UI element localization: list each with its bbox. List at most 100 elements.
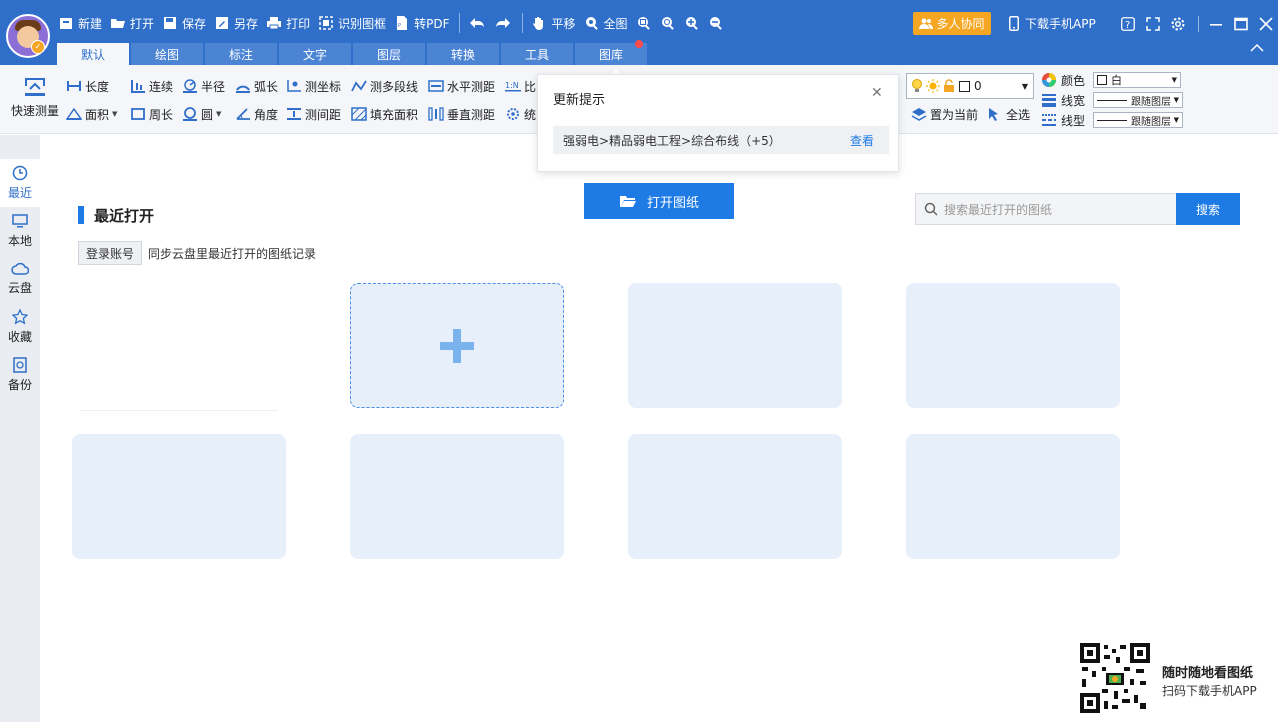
tab-convert[interactable]: 转换 bbox=[427, 43, 499, 65]
measure-horizontal-button[interactable]: 水平测距 bbox=[428, 77, 495, 95]
chevron-down-icon[interactable]: ▼ bbox=[216, 110, 221, 118]
tab-draw[interactable]: 绘图 bbox=[131, 43, 203, 65]
measure-angle-button[interactable]: 角度 bbox=[235, 105, 278, 123]
line-type-icon bbox=[1042, 114, 1056, 126]
chevron-down-icon: ▼ bbox=[1021, 81, 1028, 91]
linetype-select[interactable]: 跟随图层 ▼ bbox=[1093, 112, 1183, 128]
login-button[interactable]: 登录账号 bbox=[78, 241, 142, 265]
save-button[interactable]: 保存 bbox=[162, 10, 206, 36]
close-icon bbox=[1259, 16, 1273, 31]
spacing-icon bbox=[287, 108, 301, 120]
frame-detect-icon bbox=[319, 16, 333, 30]
recent-file-card[interactable] bbox=[628, 283, 842, 408]
tab-text[interactable]: 文字 bbox=[279, 43, 351, 65]
linewidth-select[interactable]: 跟随图层 ▼ bbox=[1093, 92, 1183, 108]
sun-icon bbox=[926, 79, 940, 93]
zoom-window-button[interactable] bbox=[636, 15, 652, 31]
measure-fill-area-button[interactable]: 填充面积 bbox=[351, 105, 418, 123]
undo-button[interactable] bbox=[468, 15, 486, 31]
recent-file-card[interactable] bbox=[350, 434, 564, 559]
maximize-button[interactable] bbox=[1230, 13, 1252, 35]
sidebar-item-recent[interactable]: 最近 bbox=[0, 159, 40, 207]
download-app-button[interactable]: 下载手机APP bbox=[1009, 12, 1096, 35]
minimize-button[interactable] bbox=[1205, 13, 1227, 35]
redo-button[interactable] bbox=[494, 15, 512, 31]
quick-measure-button[interactable]: 快速测量 bbox=[8, 75, 62, 119]
monitor-icon bbox=[12, 214, 28, 228]
unlock-icon bbox=[944, 79, 954, 92]
section-title: 最近打开 bbox=[78, 205, 154, 225]
measure-arc-button[interactable]: 弧长 bbox=[235, 77, 278, 95]
recent-file-card[interactable] bbox=[906, 283, 1120, 408]
set-current-button[interactable]: 置为当前 bbox=[911, 105, 978, 123]
linetype-row: 线型 跟随图层 ▼ bbox=[1041, 111, 1183, 129]
close-window-button[interactable] bbox=[1255, 13, 1277, 35]
sidebar-item-favorites[interactable]: 收藏 bbox=[0, 303, 40, 351]
tab-layer[interactable]: 图层 bbox=[353, 43, 425, 65]
help-button[interactable]: ? bbox=[1117, 13, 1139, 35]
continuous-icon bbox=[131, 80, 145, 93]
zoom-in-button[interactable] bbox=[684, 15, 700, 31]
settings-button[interactable] bbox=[1167, 13, 1189, 35]
select-all-button[interactable]: 全选 bbox=[987, 105, 1030, 123]
close-icon[interactable]: ✕ bbox=[871, 85, 883, 101]
perimeter-icon bbox=[131, 108, 145, 120]
zoom-realtime-button[interactable] bbox=[660, 15, 676, 31]
open-button[interactable]: 打开 bbox=[110, 10, 154, 36]
fit-all-button[interactable]: 全图 bbox=[584, 10, 628, 36]
hand-icon bbox=[533, 17, 544, 30]
update-popup: 更新提示 ✕ 强弱电>精品弱电工程>综合布线（+5） 查看 bbox=[537, 74, 899, 172]
search-input[interactable]: 搜索最近打开的图纸 bbox=[915, 193, 1177, 225]
recent-file-card[interactable] bbox=[906, 434, 1120, 559]
chevron-down-icon: ▼ bbox=[1173, 96, 1179, 104]
pan-button[interactable]: 平移 bbox=[531, 10, 576, 36]
measure-spacing-button[interactable]: 测间距 bbox=[286, 105, 341, 123]
sidebar-item-local[interactable]: 本地 bbox=[0, 207, 40, 255]
detect-frame-button[interactable]: 识别图框 bbox=[318, 10, 386, 36]
fullscreen-icon bbox=[1146, 16, 1160, 31]
circle-icon bbox=[183, 107, 197, 121]
lightbulb-icon bbox=[912, 79, 922, 92]
measure-vertical-button[interactable]: 垂直测距 bbox=[428, 105, 495, 123]
promo-title: 随时随地看图纸 bbox=[1162, 666, 1254, 681]
add-drawing-card[interactable] bbox=[350, 283, 564, 408]
zoom-out-button[interactable] bbox=[708, 15, 724, 31]
divider bbox=[80, 410, 278, 411]
gear-icon bbox=[1171, 17, 1185, 30]
measure-area-button[interactable]: 面积 ▼ bbox=[66, 105, 117, 123]
promo-subtitle: 扫码下载手机APP bbox=[1162, 684, 1257, 698]
new-button[interactable]: 新建 bbox=[58, 10, 102, 36]
measure-stats-button[interactable]: 统 bbox=[505, 105, 536, 123]
color-wheel-icon bbox=[1042, 73, 1056, 87]
tab-default[interactable]: 默认 bbox=[57, 43, 129, 65]
recent-file-card[interactable] bbox=[628, 434, 842, 559]
measure-radius-button[interactable]: 半径 bbox=[182, 77, 225, 95]
collapse-ribbon-button[interactable] bbox=[1250, 42, 1264, 56]
to-pdf-button[interactable]: P 转PDF bbox=[394, 10, 449, 36]
sidebar-item-cloud[interactable]: 云盘 bbox=[0, 255, 40, 303]
tab-library[interactable]: 图库 bbox=[575, 40, 647, 65]
print-button[interactable]: 打印 bbox=[266, 10, 310, 36]
quick-measure-icon bbox=[25, 78, 45, 96]
color-select[interactable]: 白 ▼ bbox=[1093, 72, 1181, 88]
measure-perimeter-button[interactable]: 周长 bbox=[130, 105, 173, 123]
chevron-down-icon[interactable]: ▼ bbox=[112, 110, 117, 118]
layer-select[interactable]: 0 ▼ bbox=[906, 73, 1034, 99]
measure-length-button[interactable]: 长度 bbox=[66, 77, 109, 95]
view-link[interactable]: 查看 bbox=[850, 132, 874, 149]
measure-coordinate-button[interactable]: 测坐标 bbox=[286, 77, 341, 95]
save-as-button[interactable]: 另存 bbox=[214, 10, 258, 36]
measure-scale-button[interactable]: 1:N 比 bbox=[505, 77, 536, 95]
tab-tools[interactable]: 工具 bbox=[501, 43, 573, 65]
fullscreen-button[interactable] bbox=[1142, 13, 1164, 35]
sidebar-item-backup[interactable]: 备份 bbox=[0, 351, 40, 399]
measure-circle-button[interactable]: 圆 ▼ bbox=[182, 105, 221, 123]
recent-file-card[interactable] bbox=[72, 434, 286, 559]
tab-annotate[interactable]: 标注 bbox=[205, 43, 277, 65]
measure-polyline-button[interactable]: 测多段线 bbox=[351, 77, 418, 95]
search-button[interactable]: 搜索 bbox=[1176, 193, 1240, 225]
new-file-icon bbox=[60, 18, 72, 29]
open-drawing-button[interactable]: 打开图纸 bbox=[584, 183, 734, 219]
collab-button[interactable]: 多人协同 bbox=[913, 12, 991, 35]
measure-continuous-button[interactable]: 连续 bbox=[130, 77, 173, 95]
